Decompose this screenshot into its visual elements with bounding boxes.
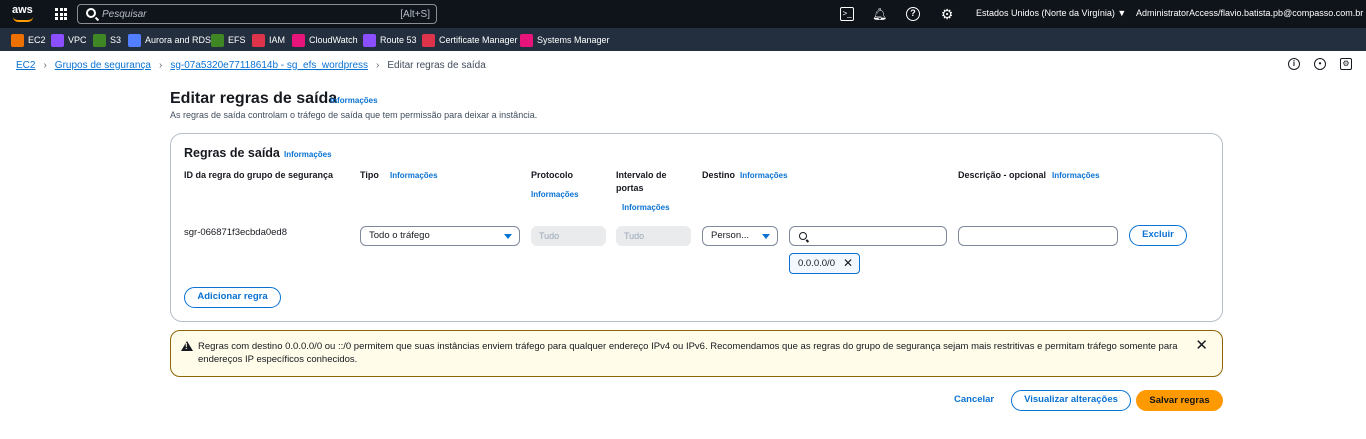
section-title: Regras de saída [184, 146, 280, 160]
region-selector[interactable]: Estados Unidos (Norte da Virgínia) ▼ [976, 8, 1126, 18]
systems-manager-icon [520, 33, 533, 47]
description-input[interactable] [958, 226, 1118, 246]
port-range-field: Tudo [616, 226, 691, 246]
efs-icon [211, 33, 224, 47]
cloudshell-icon[interactable]: >_ [840, 7, 854, 21]
destination-type-value: Person... [711, 230, 750, 241]
chevron-right-icon: › [43, 59, 47, 71]
breadcrumb-security-groups[interactable]: Grupos de segurança [55, 60, 151, 71]
preferences-icon[interactable]: ⚙ [1340, 58, 1352, 70]
column-header-port-range-line1: Intervalo de [616, 170, 667, 180]
rds-icon [128, 33, 141, 47]
favorite-route53[interactable]: Route 53 [363, 33, 417, 47]
caret-down-icon [762, 234, 770, 239]
favorite-label: Aurora and RDS [145, 35, 212, 45]
favorite-label: EFS [228, 35, 246, 45]
favorite-efs[interactable]: EFS [211, 33, 246, 47]
destination-info-link[interactable]: Informações [740, 171, 788, 180]
cancel-button[interactable]: Cancelar [954, 394, 994, 405]
favorite-label: EC2 [28, 35, 46, 45]
column-header-protocol: Protocolo [531, 170, 573, 180]
column-header-port-range-line2: portas [616, 183, 644, 193]
settings-gear-icon[interactable]: ⚙ [940, 7, 954, 21]
services-grid-icon[interactable] [55, 8, 67, 20]
rule-id-value: sgr-066871f3ecbda0ed8 [184, 227, 288, 238]
aws-logo[interactable]: aws [12, 4, 34, 24]
favorite-label: VPC [68, 35, 87, 45]
cidr-token: 0.0.0.0/0 ✕ [789, 253, 860, 274]
favorites-bar: EC2 VPC S3 Aurora and RDS EFS IAM CloudW… [0, 28, 1366, 51]
description-info-link[interactable]: Informações [1052, 171, 1100, 180]
protocol-field: Tudo [531, 226, 606, 246]
chevron-right-icon: › [158, 59, 163, 71]
breadcrumb: EC2 › Grupos de segurança › sg-07a5320e7… [16, 58, 486, 72]
s3-icon [93, 33, 106, 47]
column-header-type: Tipo [360, 170, 379, 180]
chevron-right-icon: › [376, 59, 380, 71]
favorite-cloudwatch[interactable]: CloudWatch [292, 33, 358, 47]
cloudwatch-icon [292, 33, 305, 47]
page-title: Editar regras de saída [170, 90, 338, 107]
cidr-token-label: 0.0.0.0/0 [798, 258, 835, 269]
remove-token-close-icon[interactable]: ✕ [843, 257, 853, 270]
favorite-s3[interactable]: S3 [93, 33, 121, 47]
help-icon[interactable]: ? [906, 7, 920, 21]
search-shortcut: [Alt+S] [400, 9, 430, 20]
route53-icon [363, 33, 376, 47]
certificate-manager-icon [422, 33, 435, 47]
top-navigation: aws Pesquisar [Alt+S] >_ 🔔︎ ? ⚙ Estados … [0, 0, 1366, 28]
info-circle-icon[interactable]: i [1288, 58, 1300, 70]
favorite-vpc[interactable]: VPC [51, 33, 87, 47]
port-range-info-link[interactable]: Informações [622, 203, 670, 212]
delete-rule-button[interactable]: Excluir [1129, 225, 1187, 246]
page-description: As regras de saída controlam o tráfego d… [170, 110, 538, 120]
favorite-iam[interactable]: IAM [252, 33, 285, 47]
favorite-aurora-rds[interactable]: Aurora and RDS [128, 33, 211, 47]
favorite-label: S3 [110, 35, 122, 45]
favorite-label: Route 53 [380, 35, 417, 45]
column-header-destination: Destino [702, 170, 736, 180]
favorite-ec2[interactable]: EC2 [11, 33, 46, 47]
search-icon [86, 8, 96, 18]
breadcrumb-security-group[interactable]: sg-07a5320e77118614b - sg_efs_wordpress [170, 60, 368, 71]
caret-down-icon [504, 234, 512, 239]
aws-logo-text: aws [12, 4, 33, 16]
save-rules-button[interactable]: Salvar regras [1136, 390, 1223, 411]
ec2-icon [11, 33, 24, 47]
preview-changes-button[interactable]: Visualizar alterações [1011, 390, 1131, 411]
destination-type-select[interactable]: Person... [702, 226, 778, 246]
search-icon [799, 232, 807, 240]
type-info-link[interactable]: Informações [390, 171, 438, 180]
favorite-label: CloudWatch [309, 35, 358, 45]
destination-search-input[interactable] [789, 226, 947, 246]
vpc-icon [51, 33, 64, 47]
protocol-info-link[interactable]: Informações [531, 190, 579, 199]
dismiss-close-icon[interactable]: ✕ [1195, 338, 1208, 354]
search-input[interactable]: Pesquisar [Alt+S] [77, 4, 437, 24]
favorite-systems-manager[interactable]: Systems Manager [520, 33, 610, 47]
iam-icon [252, 33, 265, 47]
section-info-link[interactable]: Informações [284, 150, 332, 159]
search-placeholder: Pesquisar [102, 9, 147, 20]
type-select-value: Todo o tráfego [369, 230, 430, 241]
favorite-label: IAM [269, 35, 286, 45]
feedback-icon[interactable]: • [1314, 58, 1326, 70]
notifications-bell-icon[interactable]: 🔔︎ [872, 7, 887, 21]
breadcrumb-ec2[interactable]: EC2 [16, 60, 35, 71]
warning-alert: Regras com destino 0.0.0.0/0 ou ::/0 per… [170, 330, 1223, 377]
favorite-label: Systems Manager [537, 35, 610, 45]
account-menu[interactable]: AdministratorAccess/flavio.batista.pb@co… [1136, 8, 1366, 18]
column-header-rule-id: ID da regra do grupo de segurança [184, 170, 334, 180]
column-header-description: Descrição - opcional [958, 170, 1047, 180]
alert-text: Regras com destino 0.0.0.0/0 ou ::/0 per… [198, 341, 1178, 365]
add-rule-button[interactable]: Adicionar regra [184, 287, 281, 308]
type-select[interactable]: Todo o tráfego [360, 226, 520, 246]
breadcrumb-current: Editar regras de saída [387, 59, 486, 71]
page-info-link[interactable]: Informações [330, 96, 378, 105]
warning-icon [181, 341, 193, 351]
favorite-certificate-manager[interactable]: Certificate Manager [422, 33, 518, 47]
favorite-label: Certificate Manager [439, 35, 518, 45]
